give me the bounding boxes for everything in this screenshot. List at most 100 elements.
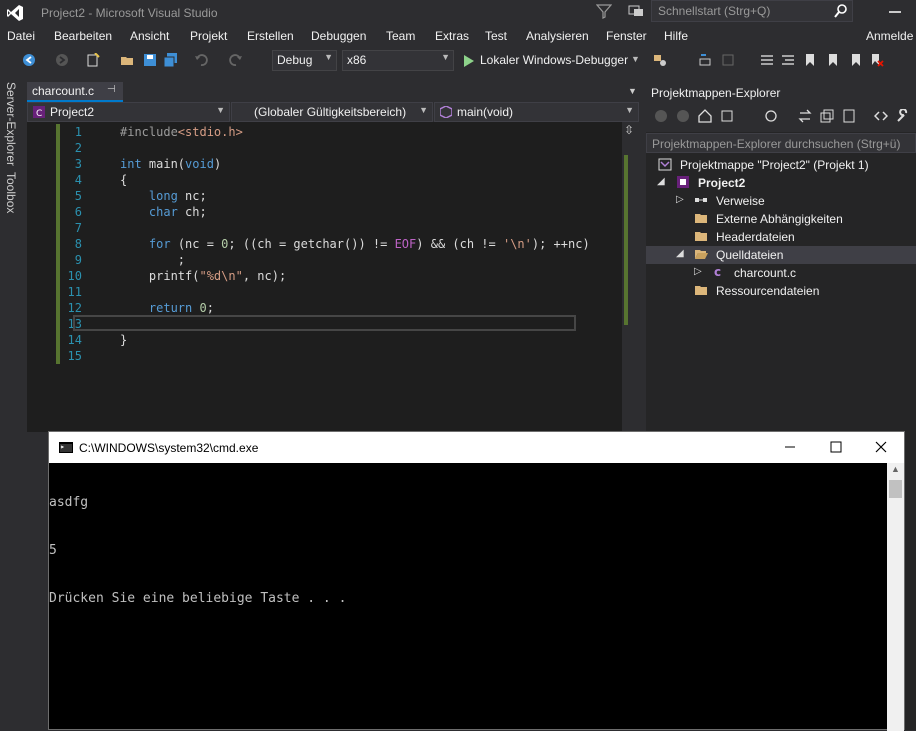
code-editor[interactable]: 1 #include<stdio.h> 2 3 int main(void) 4 {5 lo… bbox=[46, 122, 628, 432]
clear-bookmarks-icon[interactable] bbox=[870, 53, 884, 67]
console-scroll-thumb[interactable] bbox=[889, 480, 902, 498]
chevron-down-icon: ▼ bbox=[625, 105, 634, 115]
bookmark-icon[interactable] bbox=[803, 53, 817, 67]
menu-fenster[interactable]: Fenster bbox=[606, 29, 647, 43]
console-title-bar[interactable]: C:\WINDOWS\system32\cmd.exe bbox=[49, 432, 904, 463]
tree-item-project[interactable]: ◢ Project2 bbox=[654, 174, 914, 192]
save-all-icon[interactable] bbox=[164, 53, 178, 67]
tree-label: Quelldateien bbox=[716, 248, 784, 262]
next-bookmark-icon[interactable] bbox=[849, 53, 863, 67]
menu-debuggen[interactable]: Debuggen bbox=[311, 29, 366, 43]
home-icon[interactable] bbox=[698, 109, 712, 123]
project-icon bbox=[677, 176, 689, 188]
search-icon[interactable] bbox=[834, 4, 848, 18]
new-project-icon[interactable] bbox=[86, 53, 100, 67]
tree-item-resource-files[interactable]: Ressourcendateien bbox=[654, 282, 914, 300]
maximize-button[interactable] bbox=[825, 437, 847, 457]
start-debugging-button[interactable]: Lokaler Windows-Debugger ▼ bbox=[461, 52, 641, 70]
code-line[interactable]: { bbox=[120, 173, 127, 187]
project-nav-select[interactable]: C Project2 ▼ bbox=[27, 102, 230, 122]
server-explorer-tab[interactable]: Server-Explorer bbox=[4, 82, 18, 166]
line-number: 8 bbox=[74, 237, 82, 251]
tree-item-source-files[interactable]: ◢ Quelldateien bbox=[654, 246, 914, 264]
folder-icon bbox=[695, 214, 707, 223]
minimize-button[interactable] bbox=[880, 2, 910, 22]
open-file-icon[interactable] bbox=[120, 53, 134, 67]
split-icon[interactable]: ⇳ bbox=[624, 123, 634, 137]
code-line[interactable]: } bbox=[120, 333, 127, 347]
menu-bearbeiten[interactable]: Bearbeiten bbox=[54, 29, 112, 43]
view-code-icon[interactable] bbox=[874, 109, 888, 123]
standard-toolbar: Debug ▼ x86 ▼ Lokaler Windows-Debugger ▼ bbox=[0, 48, 916, 74]
code-line[interactable]: for (nc = 0; ((ch = getchar()) != EOF) &… bbox=[120, 237, 590, 251]
sign-in-link[interactable]: Anmelde bbox=[866, 29, 913, 43]
collapsed-arrow-icon[interactable]: ▷ bbox=[694, 266, 702, 277]
back-icon[interactable] bbox=[22, 53, 36, 67]
console-vertical-scrollbar[interactable]: ▲ bbox=[887, 463, 904, 731]
tree-item-charcount[interactable]: ▷ c charcount.c bbox=[654, 264, 914, 282]
pending-changes-icon[interactable] bbox=[764, 109, 778, 123]
code-line[interactable]: char ch; bbox=[120, 205, 207, 219]
menu-extras[interactable]: Extras bbox=[435, 29, 469, 43]
code-line[interactable]: #include<stdio.h> bbox=[120, 125, 243, 139]
uncomment-icon[interactable] bbox=[781, 53, 795, 67]
solution-platform-select[interactable]: x86 ▼ bbox=[342, 50, 454, 71]
tree-item-references[interactable]: ▷ Verweise bbox=[654, 192, 914, 210]
tree-item-header-files[interactable]: Headerdateien bbox=[654, 228, 914, 246]
console-line: Drücken Sie eine beliebige Taste . . . bbox=[49, 591, 347, 606]
sync-icon[interactable] bbox=[798, 109, 812, 123]
attach-process-icon[interactable] bbox=[653, 53, 667, 67]
collapsed-arrow-icon[interactable]: ▷ bbox=[676, 194, 684, 205]
quick-launch-input[interactable]: Schnellstart (Strg+Q) bbox=[651, 0, 853, 22]
redo-icon[interactable] bbox=[229, 53, 243, 67]
feedback-icon[interactable] bbox=[628, 3, 644, 19]
tab-dropdown-icon[interactable]: ▼ bbox=[628, 86, 637, 96]
step-over-icon[interactable] bbox=[721, 53, 735, 67]
back-icon[interactable] bbox=[654, 109, 668, 123]
tree-item-external-dependencies[interactable]: Externe Abhängigkeiten bbox=[654, 210, 914, 228]
line-number: 10 bbox=[67, 269, 82, 283]
menu-datei[interactable]: Datei bbox=[7, 29, 35, 43]
console-window[interactable]: C:\WINDOWS\system32\cmd.exe asdfg 5 Drüc… bbox=[48, 431, 905, 731]
properties-wrench-icon[interactable] bbox=[896, 109, 910, 123]
scope-nav-select[interactable]: (Globaler Gültigkeitsbereich) ▼ bbox=[231, 102, 433, 122]
solution-explorer-search-input[interactable]: Projektmappen-Explorer durchsuchen (Strg… bbox=[646, 133, 916, 153]
switch-views-icon[interactable] bbox=[720, 109, 734, 123]
menu-analysieren[interactable]: Analysieren bbox=[526, 29, 589, 43]
code-line[interactable]: int main(void) bbox=[120, 157, 221, 171]
prev-bookmark-icon[interactable] bbox=[826, 53, 840, 67]
step-icon[interactable] bbox=[698, 53, 712, 67]
comment-icon[interactable] bbox=[760, 53, 774, 67]
show-all-files-icon[interactable] bbox=[842, 109, 856, 123]
code-line[interactable]: printf("%d\n", nc); bbox=[120, 269, 286, 283]
menu-projekt[interactable]: Projekt bbox=[190, 29, 227, 43]
solution-configuration-select[interactable]: Debug ▼ bbox=[272, 50, 337, 71]
menu-bar: Datei Bearbeiten Ansicht Projekt Erstell… bbox=[0, 26, 916, 48]
toolbox-tab[interactable]: Toolbox bbox=[4, 172, 18, 213]
window-title: Project2 - Microsoft Visual Studio bbox=[41, 6, 218, 20]
filter-icon[interactable] bbox=[596, 3, 612, 19]
forward-icon[interactable] bbox=[55, 53, 69, 67]
forward-icon[interactable] bbox=[676, 109, 690, 123]
member-nav-select[interactable]: main(void) ▼ bbox=[434, 102, 639, 122]
pin-icon[interactable]: ⊣ bbox=[107, 84, 116, 95]
menu-team[interactable]: Team bbox=[386, 29, 415, 43]
save-icon[interactable] bbox=[143, 53, 157, 67]
menu-ansicht[interactable]: Ansicht bbox=[130, 29, 169, 43]
code-line[interactable]: return 0; bbox=[120, 301, 214, 315]
code-line[interactable]: long nc; bbox=[120, 189, 207, 203]
minimize-button[interactable] bbox=[779, 437, 801, 457]
collapse-all-icon[interactable] bbox=[820, 109, 834, 123]
menu-test[interactable]: Test bbox=[485, 29, 507, 43]
scroll-up-icon[interactable]: ▲ bbox=[891, 464, 900, 474]
tree-item-solution[interactable]: Projektmappe "Project2" (Projekt 1) bbox=[654, 156, 914, 174]
nav-member-value: main(void) bbox=[457, 105, 514, 119]
undo-icon[interactable] bbox=[194, 53, 208, 67]
menu-hilfe[interactable]: Hilfe bbox=[664, 29, 688, 43]
menu-erstellen[interactable]: Erstellen bbox=[247, 29, 294, 43]
close-button[interactable] bbox=[870, 437, 892, 457]
code-line[interactable]: ; bbox=[120, 253, 185, 267]
expanded-arrow-icon[interactable]: ◢ bbox=[676, 248, 684, 259]
document-tab-charcount[interactable]: charcount.c ⊣ bbox=[27, 82, 123, 102]
expanded-arrow-icon[interactable]: ◢ bbox=[657, 176, 665, 187]
